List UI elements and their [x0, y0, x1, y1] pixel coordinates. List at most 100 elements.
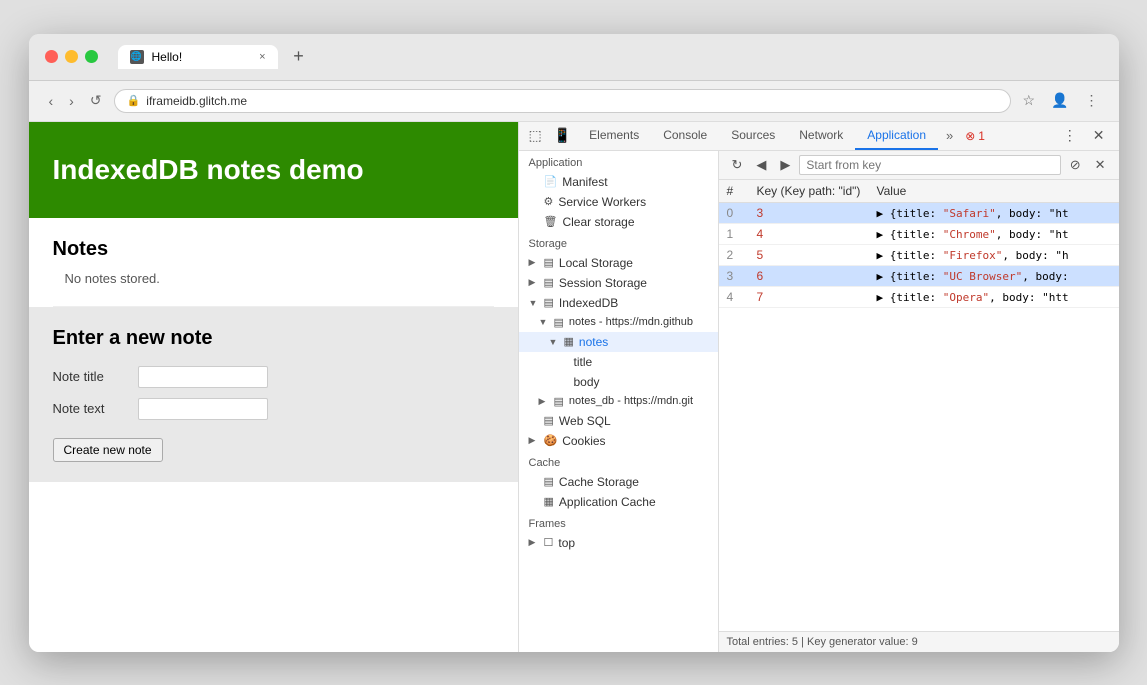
sw-label: Service Workers: [558, 195, 646, 209]
table-row[interactable]: 36▶ {title: "UC Browser", body:: [719, 265, 1119, 286]
idb-label: IndexedDB: [559, 296, 618, 310]
page-header: IndexedDB notes demo: [29, 122, 518, 218]
tab-bar: 🌐 Hello! × +: [118, 44, 1103, 70]
wsql-icon: ▤: [544, 414, 554, 427]
cell-value: ▶ {title: "Chrome", body: "ht: [869, 223, 1119, 244]
sidebar-item-clear-storage[interactable]: 🗑 Clear storage: [519, 212, 718, 232]
device-toolbar-button[interactable]: 📱: [548, 124, 577, 147]
menu-button[interactable]: ⋮: [1081, 90, 1103, 111]
minimize-dot[interactable]: [65, 50, 78, 63]
back-button[interactable]: ‹: [45, 91, 58, 111]
ndb-icon: ▤: [554, 316, 564, 329]
sidebar-item-cache-storage[interactable]: ▤ Cache Storage: [519, 472, 718, 492]
clear-label: Clear storage: [562, 215, 634, 229]
ls-label: Local Storage: [559, 256, 633, 270]
devtools-actions: ⋮ ✕: [1057, 124, 1115, 147]
sidebar-item-notes-db[interactable]: ▼ ▤ notes - https://mdn.github: [519, 313, 718, 332]
top-arrow: ▶: [529, 537, 539, 548]
table-row[interactable]: 03▶ {title: "Safari", body: "ht: [719, 202, 1119, 223]
notes-empty-text: No notes stored.: [65, 271, 494, 286]
sidebar-item-notes[interactable]: ▼ ▦ notes: [519, 332, 718, 352]
ss-icon: ▤: [544, 276, 554, 289]
cell-key: 6: [749, 265, 869, 286]
note-title-input[interactable]: [138, 366, 268, 388]
inspect-element-button[interactable]: ⬚: [523, 124, 548, 147]
body-label: body: [574, 375, 600, 389]
table-row[interactable]: 25▶ {title: "Firefox", body: "h: [719, 244, 1119, 265]
devtools-close-button[interactable]: ✕: [1087, 124, 1111, 147]
close-dot[interactable]: [45, 50, 58, 63]
ndb2-arrow: ▶: [539, 396, 549, 407]
cs-icon: ▤: [544, 475, 554, 488]
tab-title: Hello!: [152, 50, 183, 64]
sidebar-item-app-cache[interactable]: ▦ Application Cache: [519, 492, 718, 512]
active-tab[interactable]: 🌐 Hello! ×: [118, 45, 278, 69]
stop-button[interactable]: ⊘: [1065, 155, 1086, 175]
create-note-button[interactable]: Create new note: [53, 438, 163, 462]
sidebar-item-session-storage[interactable]: ▶ ▤ Session Storage: [519, 273, 718, 293]
sidebar-item-service-workers[interactable]: ⚙ Service Workers: [519, 192, 718, 212]
devtools-options-button[interactable]: ⋮: [1057, 124, 1083, 147]
address-bar[interactable]: 🔒 iframeidb.glitch.me: [114, 89, 1011, 113]
refresh-data-button[interactable]: ↻: [727, 155, 748, 175]
page-content: IndexedDB notes demo Notes No notes stor…: [29, 122, 519, 652]
top-icon: ☐: [544, 536, 554, 549]
manifest-icon: 📄: [544, 175, 558, 188]
errors-badge[interactable]: ⊗ 1: [965, 129, 985, 143]
sidebar-item-title[interactable]: title: [519, 352, 718, 372]
new-tab-button[interactable]: +: [286, 44, 312, 70]
cookies-icon: 🍪: [544, 434, 558, 447]
sidebar-item-notes-db2[interactable]: ▶ ▤ notes_db - https://mdn.git: [519, 392, 718, 411]
sidebar-item-cookies[interactable]: ▶ 🍪 Cookies: [519, 431, 718, 451]
ls-arrow: ▶: [529, 257, 539, 268]
cell-hash: 4: [719, 286, 749, 307]
ndb-arrow: ▼: [539, 317, 549, 327]
sidebar-item-websql[interactable]: ▤ Web SQL: [519, 411, 718, 431]
tab-application[interactable]: Application: [855, 122, 938, 150]
ls-icon: ▤: [544, 256, 554, 269]
devtools-data-toolbar: ↻ ◀ ▶ ⊘ ✕: [719, 151, 1119, 180]
ac-icon: ▦: [544, 495, 554, 508]
sidebar-item-local-storage[interactable]: ▶ ▤ Local Storage: [519, 253, 718, 273]
tab-close-button[interactable]: ×: [259, 51, 265, 63]
table-row[interactable]: 14▶ {title: "Chrome", body: "ht: [719, 223, 1119, 244]
start-from-key-input[interactable]: [799, 155, 1060, 175]
profile-button[interactable]: 👤: [1047, 90, 1072, 111]
sidebar-item-manifest[interactable]: 📄 Manifest: [519, 172, 718, 192]
note-text-input[interactable]: [138, 398, 268, 420]
new-note-heading: Enter a new note: [53, 327, 494, 350]
sidebar-item-body[interactable]: body: [519, 372, 718, 392]
maximize-dot[interactable]: [85, 50, 98, 63]
more-tabs-button[interactable]: »: [938, 124, 961, 147]
cell-hash: 0: [719, 202, 749, 223]
tab-console[interactable]: Console: [651, 122, 719, 150]
tab-elements[interactable]: Elements: [577, 122, 651, 150]
sidebar-item-top[interactable]: ▶ ☐ top: [519, 533, 718, 553]
next-button[interactable]: ▶: [775, 155, 795, 175]
devtools-footer: Total entries: 5 | Key generator value: …: [719, 631, 1119, 652]
nav-right: ☆ 👤 ⋮: [1019, 90, 1103, 111]
cell-hash: 3: [719, 265, 749, 286]
reload-button[interactable]: ↺: [86, 90, 106, 111]
forward-button[interactable]: ›: [65, 91, 78, 111]
bookmark-button[interactable]: ☆: [1019, 90, 1040, 111]
manifest-label: Manifest: [562, 175, 607, 189]
cell-value: ▶ {title: "Firefox", body: "h: [869, 244, 1119, 265]
clear-data-button[interactable]: ✕: [1090, 155, 1111, 175]
prev-button[interactable]: ◀: [751, 155, 771, 175]
devtools-tabs-bar: ⬚ 📱 Elements Console Sources Network App…: [519, 122, 1119, 151]
title-bar: 🌐 Hello! × +: [29, 34, 1119, 81]
sidebar-item-indexeddb[interactable]: ▼ ▤ IndexedDB: [519, 293, 718, 313]
devtools-panel: ⬚ 📱 Elements Console Sources Network App…: [519, 122, 1119, 652]
page-body: Notes No notes stored. Enter a new note …: [29, 218, 518, 506]
cell-value: ▶ {title: "UC Browser", body:: [869, 265, 1119, 286]
table-row[interactable]: 47▶ {title: "Opera", body: "htt: [719, 286, 1119, 307]
new-note-section: Enter a new note Note title Note text Cr…: [29, 307, 518, 482]
cell-key: 7: [749, 286, 869, 307]
notes-section: Notes No notes stored.: [53, 218, 494, 307]
sidebar-section-cache: Cache: [519, 451, 718, 472]
tab-network[interactable]: Network: [787, 122, 855, 150]
tab-sources[interactable]: Sources: [719, 122, 787, 150]
cs-label: Cache Storage: [559, 475, 639, 489]
col-header-key: Key (Key path: "id"): [749, 180, 869, 203]
